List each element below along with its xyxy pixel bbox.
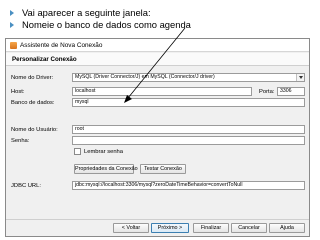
bullet-text-1: Vai aparecer a seguinte janela: [22,7,151,18]
button-bar-divider [6,219,309,220]
cancel-button[interactable]: Cancelar [231,223,267,233]
database-label: Banco de dados: [11,100,55,106]
new-connection-dialog: Assistente de Nova Conexão Personalizar … [5,38,310,237]
driver-select[interactable]: MySQL (Driver Connector/J) em MySQL (Con… [72,73,305,82]
back-button[interactable]: < Voltar [113,223,149,233]
driver-select-value: MySQL (Driver Connector/J) em MySQL (Con… [75,74,215,80]
arrow-bullet-icon [10,9,14,16]
user-label: Nome do Usuário: [11,127,58,133]
password-label: Senha: [11,138,30,144]
password-input[interactable] [72,136,305,145]
test-connection-button[interactable]: Testar Conexão [140,164,186,174]
driver-label: Nome do Driver: [11,75,54,81]
bullet-item-2: Nomeie o banco de dados como agenda [10,19,191,30]
help-button[interactable]: Ajuda [269,223,305,233]
remember-password-checkbox[interactable] [74,148,81,155]
remember-password-label: Lembrar senha [84,149,123,155]
dialog-titlebar: Assistente de Nova Conexão [6,39,309,52]
database-input[interactable]: mysql [72,98,305,107]
arrow-bullet-icon [10,21,14,28]
next-button[interactable]: Próximo > [151,223,189,233]
jdbc-url-label: JDBC URL: [11,183,41,189]
user-input[interactable]: root [72,125,305,134]
bullet-item-1: Vai aparecer a seguinte janela: [10,7,151,18]
host-input[interactable]: localhost [72,87,252,96]
host-label: Host: [11,89,25,95]
port-label: Porta: [259,89,275,95]
jdbc-url-field[interactable]: jdbc:mysql://localhost:3306/mysql?zeroDa… [72,181,305,190]
dialog-title: Assistente de Nova Conexão [20,42,103,49]
port-input[interactable]: 3306 [277,87,305,96]
connection-properties-button[interactable]: Propriedades da Conexão [74,164,138,174]
chevron-down-icon [296,74,304,81]
section-title: Personalizar Conexão [12,56,77,63]
section-header: Personalizar Conexão [6,53,309,66]
bullet-text-2: Nomeie o banco de dados como agenda [22,19,191,30]
finish-button[interactable]: Finalizar [193,223,229,233]
netbeans-window-icon [10,42,17,49]
